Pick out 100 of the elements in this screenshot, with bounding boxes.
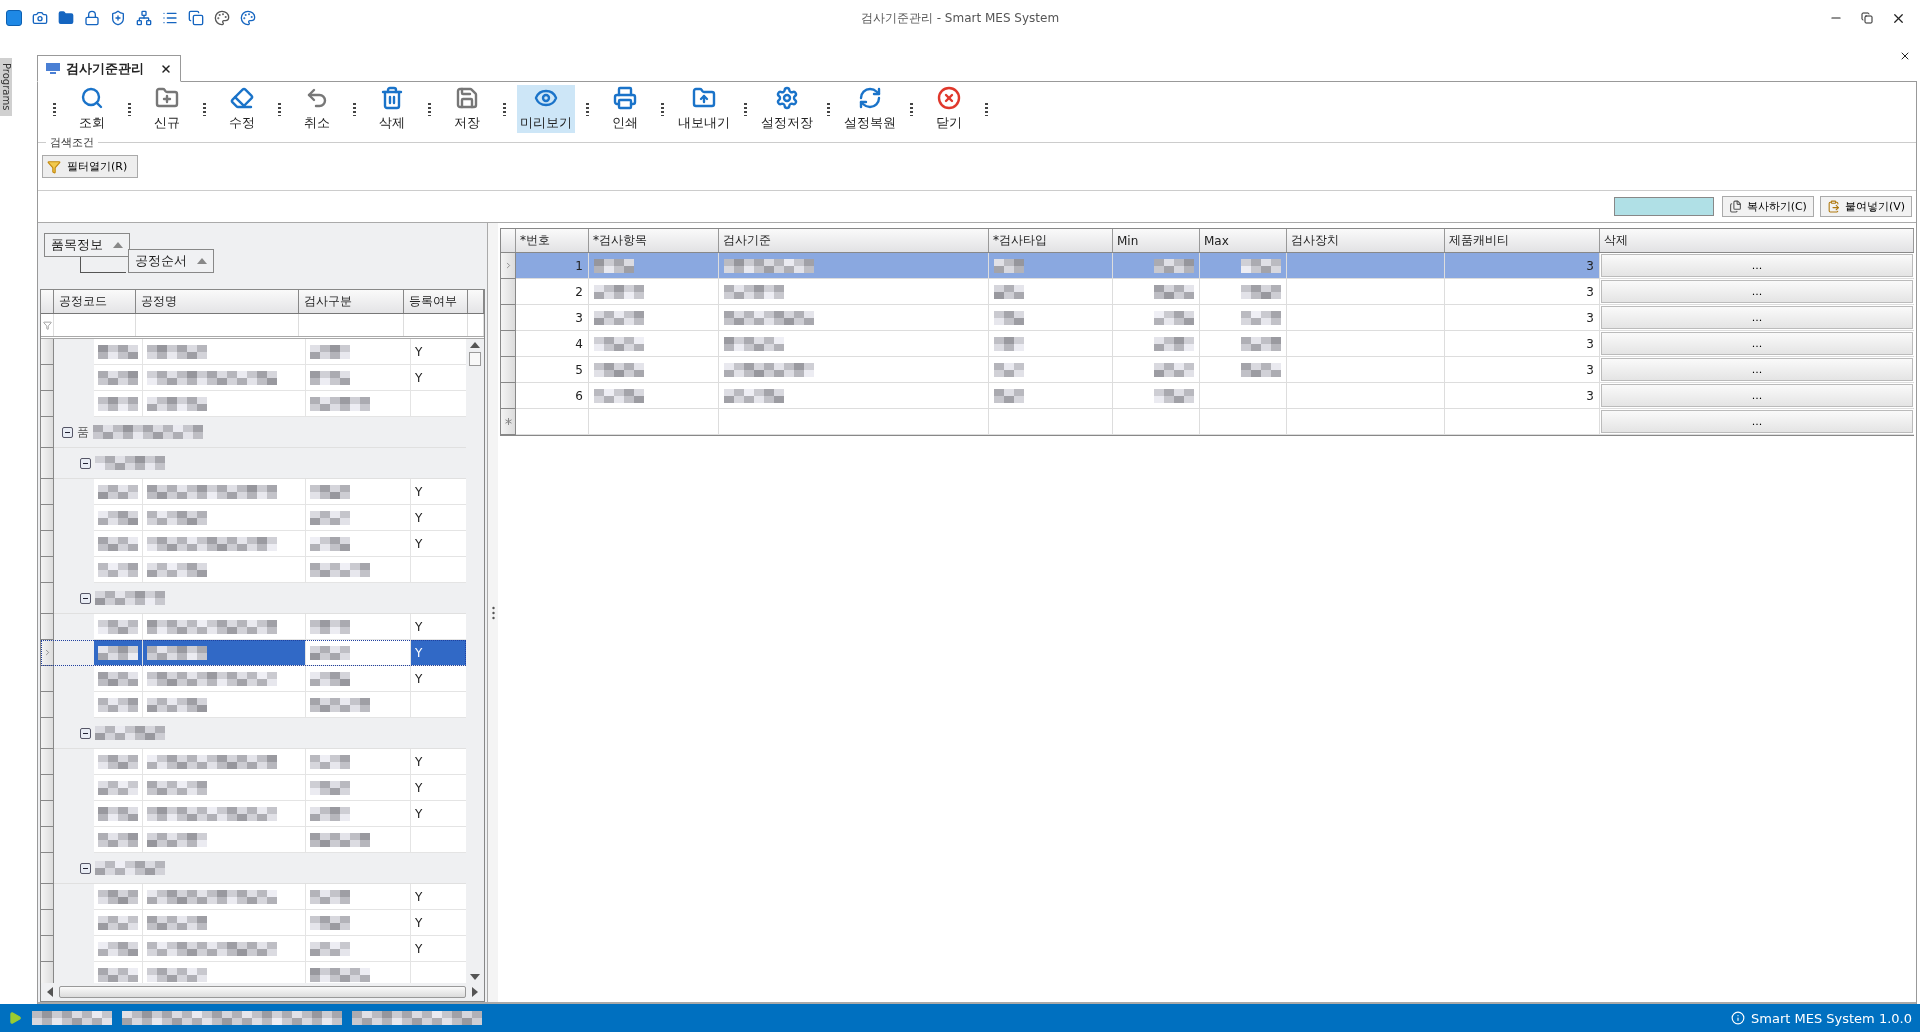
column-header[interactable]: 등록여부 (404, 290, 468, 313)
group-by-chip[interactable]: 품목정보 (44, 233, 130, 257)
splitter-grip-icon[interactable] (491, 605, 495, 620)
palette-icon[interactable] (214, 10, 230, 26)
info-icon (1731, 1011, 1746, 1025)
more-button[interactable]: ... (1601, 384, 1913, 407)
copy-icon[interactable] (188, 10, 204, 26)
column-header[interactable]: *검사타입 (989, 229, 1113, 252)
filter-cell[interactable] (41, 314, 54, 336)
shield-plus-icon[interactable] (110, 10, 126, 26)
cavity-cell: 3 (1445, 305, 1600, 331)
list-icon[interactable] (162, 10, 178, 26)
registered-cell: Y (411, 640, 466, 666)
more-button[interactable]: ... (1601, 280, 1913, 303)
collapse-icon[interactable] (80, 457, 91, 469)
column-header[interactable]: Max (1200, 229, 1287, 252)
close-icon (937, 86, 961, 110)
column-header[interactable]: 삭제 (1600, 229, 1914, 252)
blurred-text (1241, 362, 1281, 377)
gear-icon (775, 86, 799, 110)
toolbar-button[interactable]: 설정저장 (758, 85, 816, 133)
toolbar-button[interactable]: 삭제 (367, 85, 417, 133)
more-button[interactable]: ... (1601, 332, 1913, 355)
group-by-chip[interactable]: 공정순서 (128, 249, 214, 273)
document-tab[interactable]: 검사기준관리 (37, 55, 181, 82)
more-button[interactable]: ... (1601, 358, 1913, 381)
scroll-left-icon[interactable] (47, 987, 53, 997)
blurred-text (1154, 336, 1194, 351)
blurred-text (310, 754, 350, 769)
tree-indent (54, 339, 94, 365)
more-button[interactable]: ... (1601, 410, 1913, 433)
paste-button[interactable]: 붙여넣기(V) (1819, 196, 1912, 217)
column-header[interactable]: *검사항목 (589, 229, 719, 252)
column-header[interactable]: 공정명 (136, 290, 299, 313)
collapse-icon[interactable] (80, 862, 91, 874)
number-cell: 2 (516, 279, 589, 305)
more-button[interactable]: ... (1601, 254, 1913, 277)
toolbar-button[interactable]: 취소 (292, 85, 342, 133)
collapse-icon[interactable] (80, 592, 91, 604)
camera-icon[interactable] (32, 10, 48, 26)
column-header[interactable]: 공정코드 (54, 290, 136, 313)
scroll-thumb[interactable] (59, 986, 466, 998)
folder-icon[interactable] (58, 10, 74, 26)
copy-button[interactable]: 복사하기(C) (1721, 196, 1814, 217)
blurred-text (994, 284, 1024, 299)
column-header[interactable]: 제품캐비티 (1445, 229, 1600, 252)
blurred-text (724, 336, 784, 351)
column-header[interactable]: Min (1113, 229, 1200, 252)
column-header[interactable]: 검사구분 (299, 290, 404, 313)
row-header[interactable] (41, 640, 54, 666)
column-header[interactable]: 검사장치 (1287, 229, 1445, 252)
app-logo-icon[interactable] (6, 10, 22, 26)
collapse-icon[interactable] (80, 727, 91, 739)
more-button[interactable]: ... (1601, 306, 1913, 329)
blurred-text (1241, 336, 1281, 351)
cavity-cell: 3 (1445, 357, 1600, 383)
toolbar-button[interactable]: 미리보기 (517, 85, 575, 133)
number-cell: 6 (516, 383, 589, 409)
toolbar-button[interactable]: 조회 (67, 85, 117, 133)
blurred-text (1241, 310, 1281, 325)
blurred-text (98, 832, 138, 847)
palette-icon[interactable] (240, 10, 256, 26)
blurred-text (98, 941, 138, 956)
toolbar-button[interactable]: 수정 (217, 85, 267, 133)
column-header[interactable]: 검사기준 (719, 229, 989, 252)
blurred-text (994, 336, 1024, 351)
toolbar-button[interactable]: 저장 (442, 85, 492, 133)
lock-icon[interactable] (84, 10, 100, 26)
toolbar-button[interactable]: 신규 (142, 85, 192, 133)
close-icon[interactable] (1899, 50, 1911, 62)
filter-button[interactable]: 필터열기(R) (42, 155, 139, 178)
side-tab[interactable]: Programs (0, 58, 12, 116)
cavity-cell: 3 (1445, 331, 1600, 357)
blurred-text (310, 832, 370, 847)
blurred-text (98, 536, 138, 551)
toolbar-button[interactable]: 인쇄 (600, 85, 650, 133)
toolbar-button[interactable]: 닫기 (924, 85, 974, 133)
blurred-text (98, 484, 138, 499)
scroll-right-icon[interactable] (472, 987, 478, 997)
blurred-text (594, 258, 634, 273)
trash-icon (380, 86, 404, 110)
number-cell: 3 (516, 305, 589, 331)
column-header[interactable]: *번호 (516, 229, 589, 252)
window-title: 검사기준관리 - Smart MES System (860, 9, 1060, 27)
group-title: 검색조건 (46, 135, 98, 150)
collapse-icon[interactable] (62, 426, 73, 438)
toolbar-button[interactable]: 설정복원 (841, 85, 899, 133)
blurred-text (724, 388, 784, 403)
close-icon[interactable] (160, 62, 172, 75)
blurred-text (98, 697, 138, 712)
blurred-text (98, 396, 138, 411)
blurred-text (98, 510, 138, 525)
refresh-icon (858, 86, 882, 110)
toolbar-button[interactable]: 내보내기 (675, 85, 733, 133)
blurred-text (310, 619, 350, 634)
blurred-text (1154, 258, 1194, 273)
paste-icon (1826, 200, 1840, 213)
restore-icon[interactable] (1861, 12, 1873, 24)
scroll-thumb[interactable] (469, 352, 481, 366)
hierarchy-icon[interactable] (136, 10, 152, 26)
